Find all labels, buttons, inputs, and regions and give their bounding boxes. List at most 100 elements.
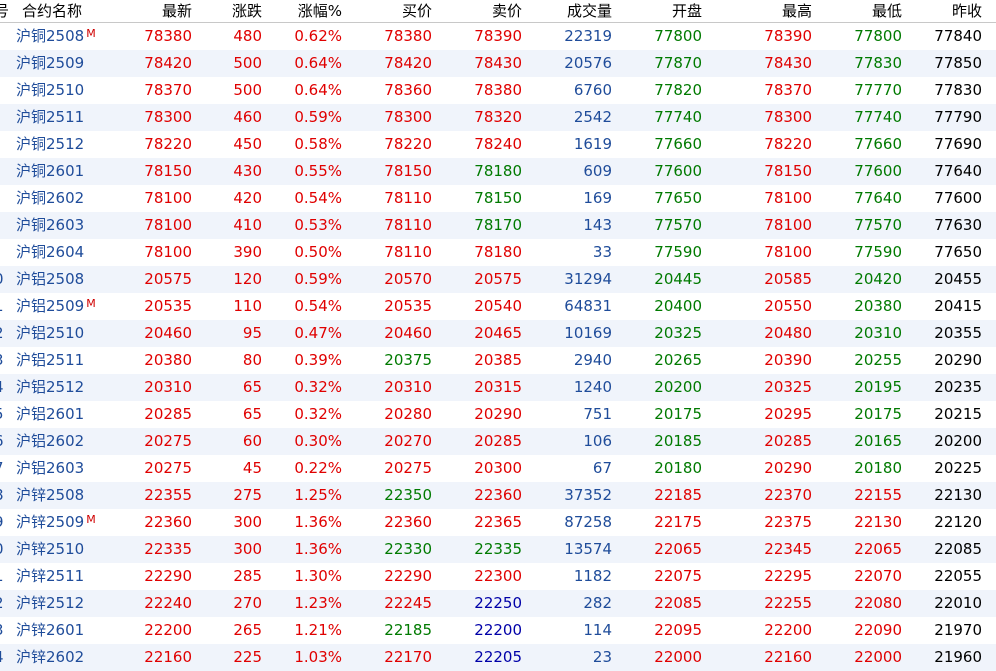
- cell-bid: 22360: [384, 513, 432, 531]
- header-last-price[interactable]: 最新: [120, 0, 192, 22]
- cell-low: 20255: [854, 351, 902, 369]
- table-row[interactable]: 4 沪铝2512 20310 65 0.32% 20310 20315 1240 20200 20…: [0, 374, 996, 401]
- cell-volume: 2542: [573, 108, 612, 126]
- row-index: 0: [0, 536, 8, 563]
- table-row[interactable]: 沪铜2509 78420 500 0.64% 78420 78430 20576 77870 7…: [0, 50, 996, 77]
- contract-name[interactable]: 沪铜2511: [16, 104, 134, 131]
- contract-name[interactable]: 沪铝2603: [16, 455, 134, 482]
- table-row[interactable]: 沪铜2508 M 78380 480 0.62% 78380 78390 22319 77800…: [0, 23, 996, 50]
- table-row[interactable]: 4 沪锌2602 22160 225 1.03% 22170 22205 23 22000 221…: [0, 644, 996, 671]
- table-row[interactable]: 5 沪铝2601 20285 65 0.32% 20280 20290 751 20175 202…: [0, 401, 996, 428]
- cell-bid: 20270: [384, 432, 432, 450]
- cell-ask: 20300: [474, 459, 522, 477]
- table-row[interactable]: 6 沪铝2602 20275 60 0.30% 20270 20285 106 20185 202…: [0, 428, 996, 455]
- row-index: [0, 77, 8, 104]
- table-row[interactable]: 7 沪铝2603 20275 45 0.22% 20275 20300 67 20180 2029…: [0, 455, 996, 482]
- table-row[interactable]: 沪铜2511 78300 460 0.59% 78300 78320 2542 77740 78…: [0, 104, 996, 131]
- cell-ask: 78180: [474, 162, 522, 180]
- contract-name[interactable]: 沪铜2601: [16, 158, 134, 185]
- cell-ask: 22365: [474, 513, 522, 531]
- cell-ask: 20315: [474, 378, 522, 396]
- table-row[interactable]: 沪铜2601 78150 430 0.55% 78150 78180 609 77600 781…: [0, 158, 996, 185]
- header-index[interactable]: 号: [0, 0, 8, 22]
- contract-name[interactable]: 沪锌2601: [16, 617, 134, 644]
- contract-name[interactable]: 沪铝2509 M: [16, 293, 134, 320]
- table-row[interactable]: 沪铜2604 78100 390 0.50% 78110 78180 33 77590 7810…: [0, 239, 996, 266]
- cell-open: 22075: [654, 567, 702, 585]
- header-change-pct[interactable]: 涨幅%: [270, 0, 342, 22]
- cell-change-pct: 0.47%: [294, 324, 342, 342]
- cell-change: 275: [233, 486, 262, 504]
- contract-name[interactable]: 沪锌2508: [16, 482, 134, 509]
- contract-name[interactable]: 沪锌2509 M: [16, 509, 134, 536]
- cell-volume: 106: [583, 432, 612, 450]
- header-low[interactable]: 最低: [820, 0, 902, 22]
- table-row[interactable]: 沪铜2512 78220 450 0.58% 78220 78240 1619 77660 78…: [0, 131, 996, 158]
- table-row[interactable]: 0 沪锌2510 22335 300 1.36% 22330 22335 13574 22065…: [0, 536, 996, 563]
- contract-name-text: 沪铜2601: [16, 162, 85, 180]
- header-prev-close[interactable]: 昨收: [910, 0, 982, 22]
- contract-name-text: 沪铝2510: [16, 324, 85, 342]
- header-open[interactable]: 开盘: [620, 0, 702, 22]
- cell-change-pct: 1.21%: [294, 621, 342, 639]
- header-high[interactable]: 最高: [720, 0, 812, 22]
- contract-name[interactable]: 沪铜2604: [16, 239, 134, 266]
- table-row[interactable]: 沪铜2510 78370 500 0.64% 78360 78380 6760 77820 78…: [0, 77, 996, 104]
- contract-name[interactable]: 沪铝2508: [16, 266, 134, 293]
- cell-prev-close: 20235: [934, 378, 982, 396]
- cell-ask: 20385: [474, 351, 522, 369]
- table-row[interactable]: 0 沪铝2508 20575 120 0.59% 20570 20575 31294 20445…: [0, 266, 996, 293]
- table-row[interactable]: 2 沪铝2510 20460 95 0.47% 20460 20465 10169 20325 2…: [0, 320, 996, 347]
- cell-bid: 22170: [384, 648, 432, 666]
- cell-high: 20585: [764, 270, 812, 288]
- contract-name[interactable]: 沪锌2602: [16, 644, 134, 671]
- cell-last-price: 20285: [144, 405, 192, 423]
- table-row[interactable]: 1 沪锌2511 22290 285 1.30% 22290 22300 1182 22075 2…: [0, 563, 996, 590]
- table-row[interactable]: 9 沪锌2509M 22360 300 1.36% 22360 22365 87258 2217…: [0, 509, 996, 536]
- cell-high: 20550: [764, 297, 812, 315]
- header-bid[interactable]: 买价: [350, 0, 432, 22]
- cell-ask: 22360: [474, 486, 522, 504]
- contract-name[interactable]: 沪锌2511: [16, 563, 134, 590]
- cell-prev-close: 20225: [934, 459, 982, 477]
- contract-name[interactable]: 沪铜2603: [16, 212, 134, 239]
- header-change[interactable]: 涨跌: [200, 0, 262, 22]
- contract-name[interactable]: 沪铝2602: [16, 428, 134, 455]
- header-ask[interactable]: 卖价: [440, 0, 522, 22]
- row-index: 4: [0, 644, 8, 671]
- cell-bid: 22330: [384, 540, 432, 558]
- cell-change-pct: 0.58%: [294, 135, 342, 153]
- cell-open: 77820: [654, 81, 702, 99]
- row-index: 4: [0, 374, 8, 401]
- cell-last-price: 78220: [144, 135, 192, 153]
- table-row[interactable]: 3 沪铝2511 20380 80 0.39% 20375 20385 2940 20265 20…: [0, 347, 996, 374]
- contract-name[interactable]: 沪铝2511: [16, 347, 134, 374]
- contract-name[interactable]: 沪锌2512: [16, 590, 134, 617]
- main-contract-badge: M: [86, 27, 96, 40]
- contract-name[interactable]: 沪铜2510: [16, 77, 134, 104]
- table-row[interactable]: 1 沪铝2509M 20535 110 0.54% 20535 20540 64831 2040…: [0, 293, 996, 320]
- table-row[interactable]: 沪铜2603 78100 410 0.53% 78110 78170 143 77570 781…: [0, 212, 996, 239]
- cell-prev-close: 77790: [934, 108, 982, 126]
- contract-name[interactable]: 沪铜2509: [16, 50, 134, 77]
- contract-name[interactable]: 沪铝2512: [16, 374, 134, 401]
- contract-name[interactable]: 沪铜2602: [16, 185, 134, 212]
- cell-volume: 37352: [564, 486, 612, 504]
- cell-high: 22375: [764, 513, 812, 531]
- table-row[interactable]: 3 沪锌2601 22200 265 1.21% 22185 22200 114 22095 22…: [0, 617, 996, 644]
- cell-open: 77870: [654, 54, 702, 72]
- contract-name[interactable]: 沪铝2510: [16, 320, 134, 347]
- futures-quote-table: 号 合约名称 最新 涨跌 涨幅% 买价 卖价 成交量 开盘 最高 最低 昨收 沪…: [0, 0, 996, 671]
- cell-change: 120: [233, 270, 262, 288]
- contract-name[interactable]: 沪铝2601: [16, 401, 134, 428]
- contract-name[interactable]: 沪铜2508 M: [16, 23, 134, 50]
- table-row[interactable]: 2 沪锌2512 22240 270 1.23% 22245 22250 282 22085 22…: [0, 590, 996, 617]
- contract-name-text: 沪锌2602: [16, 648, 85, 666]
- table-row[interactable]: 沪铜2602 78100 420 0.54% 78110 78150 169 77650 781…: [0, 185, 996, 212]
- cell-open: 22095: [654, 621, 702, 639]
- contract-name[interactable]: 沪铜2512: [16, 131, 134, 158]
- cell-prev-close: 21960: [934, 648, 982, 666]
- header-volume[interactable]: 成交量: [530, 0, 612, 22]
- contract-name[interactable]: 沪锌2510: [16, 536, 134, 563]
- table-row[interactable]: 8 沪锌2508 22355 275 1.25% 22350 22360 37352 22185…: [0, 482, 996, 509]
